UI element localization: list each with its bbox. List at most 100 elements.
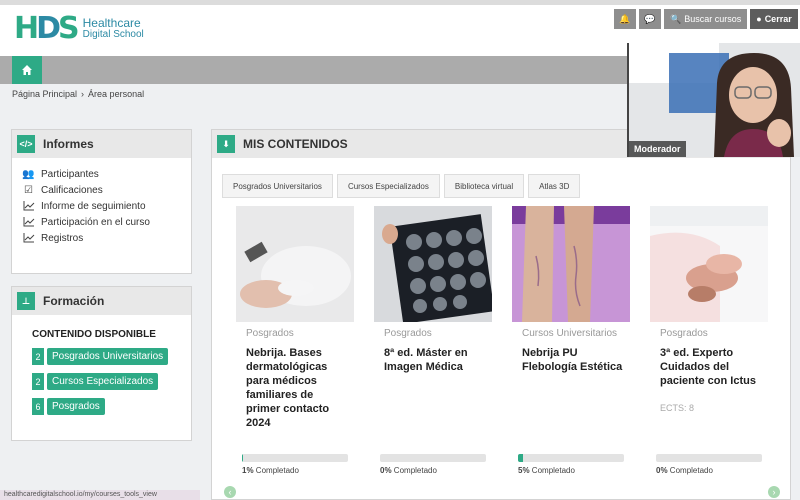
course-title[interactable]: Nebrija PU Flebología Estética (522, 346, 626, 374)
informes-item-registros[interactable]: Registros (22, 230, 191, 246)
user-icon: ● (756, 14, 762, 24)
breadcrumb: Página Principal › Área personal (12, 89, 144, 99)
informes-item-calificaciones[interactable]: ☑ Calificaciones (22, 182, 191, 198)
site-logo[interactable]: HDS Healthcare Digital School (14, 13, 144, 45)
content-tabs: Posgrados Universitarios Cursos Especial… (222, 174, 581, 198)
formacion-label: Posgrados Universitarios (47, 348, 169, 365)
progress-label: 5% Completado (518, 466, 575, 475)
informes-item-participantes[interactable]: 👥 Participantes (22, 166, 191, 182)
tab-posgrados-universitarios[interactable]: Posgrados Universitarios (222, 174, 333, 198)
informes-title: Informes (43, 137, 94, 151)
carousel-next-button[interactable]: › (768, 486, 780, 498)
informes-item-label: Registros (41, 232, 84, 244)
course-image (650, 206, 768, 322)
informes-item-label: Participantes (41, 168, 99, 180)
course-card[interactable]: Posgrados 8ª ed. Máster en Imagen Médica… (374, 206, 492, 478)
logo-text: Healthcare Digital School (82, 16, 144, 40)
course-card[interactable]: Posgrados Nebrija. Bases dermatológicas … (236, 206, 354, 478)
chevron-left-icon: ‹ (228, 487, 232, 497)
informes-header: </> Informes (12, 130, 191, 158)
chart-line-icon (22, 232, 35, 245)
mis-contenidos-panel: ⬇ MIS CONTENIDOS Posgrados Universitario… (211, 129, 791, 500)
logo-mark: HDS (14, 11, 80, 46)
course-title[interactable]: 3ª ed. Experto Cuidados del paciente con… (660, 346, 764, 388)
formacion-item-cursos-especializados[interactable]: 2 Cursos Especializados (32, 373, 191, 390)
search-label: Buscar cursos (684, 14, 742, 24)
logo-line-1: Healthcare (82, 16, 141, 30)
carousel-prev-button[interactable]: ‹ (224, 486, 236, 498)
bell-icon: 🔔 (619, 13, 631, 24)
download-icon: ⬇ (217, 135, 235, 153)
formacion-count: 2 (32, 373, 44, 390)
code-icon: </> (17, 135, 35, 153)
search-courses-button[interactable]: 🔍 Buscar cursos (664, 9, 748, 29)
course-image (236, 206, 354, 322)
formacion-panel: ⊥ Formación CONTENIDO DISPONIBLE 2 Posgr… (11, 286, 192, 441)
course-category: Posgrados (660, 328, 708, 339)
sitemap-icon: ⊥ (17, 292, 35, 310)
calendar-check-icon: ☑ (24, 184, 33, 196)
progress-fill (242, 454, 244, 462)
informes-panel: </> Informes 👥 Participantes ☑ Calificac… (11, 129, 192, 274)
progress-bar (380, 454, 486, 462)
contenido-disponible-title: CONTENIDO DISPONIBLE (32, 329, 156, 340)
tab-cursos-especializados[interactable]: Cursos Especializados (336, 174, 440, 198)
search-icon: 🔍 (670, 13, 682, 24)
progress-label: 0% Completado (656, 466, 713, 475)
chart-line-icon (22, 216, 35, 229)
formacion-label: Posgrados (47, 398, 105, 415)
tab-biblioteca-virtual[interactable]: Biblioteca virtual (443, 174, 525, 198)
course-card[interactable]: Posgrados 3ª ed. Experto Cuidados del pa… (650, 206, 768, 478)
mis-contenidos-title: MIS CONTENIDOS (243, 137, 348, 151)
course-cards: Posgrados Nebrija. Bases dermatológicas … (236, 206, 768, 478)
informes-item-participacion[interactable]: Participación en el curso (22, 214, 191, 230)
formacion-header: ⊥ Formación (12, 287, 191, 315)
informes-item-label: Informe de seguimiento (41, 200, 146, 212)
progress-label: 1% Completado (242, 466, 299, 475)
progress-bar (518, 454, 624, 462)
course-image (374, 206, 492, 322)
logout-button[interactable]: ● Cerrar (750, 9, 798, 29)
users-icon: 👥 (22, 168, 35, 180)
progress-fill (518, 454, 524, 462)
moderator-video: Moderador (627, 43, 800, 157)
progress-label: 0% Completado (380, 466, 437, 475)
formacion-item-posgrados-universitarios[interactable]: 2 Posgrados Universitarios (32, 348, 191, 365)
progress-bar (242, 454, 348, 462)
formacion-label: Cursos Especializados (47, 373, 159, 390)
logout-label: Cerrar (764, 14, 792, 24)
course-image (512, 206, 630, 322)
formacion-title: Formación (43, 294, 105, 308)
course-ects: ECTS: 8 (660, 403, 695, 413)
formacion-item-posgrados[interactable]: 6 Posgrados (32, 398, 191, 415)
informes-item-label: Participación en el curso (41, 216, 150, 228)
moderator-video-frame (629, 43, 800, 157)
home-icon (22, 65, 32, 75)
course-category: Posgrados (246, 328, 294, 339)
chart-line-icon (22, 200, 35, 213)
course-category: Posgrados (384, 328, 432, 339)
progress-bar (656, 454, 762, 462)
informes-list: 👥 Participantes ☑ Calificaciones Informe… (12, 158, 191, 246)
course-title[interactable]: Nebrija. Bases dermatológicas para médic… (246, 346, 350, 430)
top-actions: 🔔 💬 🔍 Buscar cursos ● Cerrar (614, 9, 798, 29)
logo-line-2: Digital School (82, 29, 144, 40)
messages-button[interactable]: 💬 (639, 9, 661, 29)
moderator-label: Moderador (629, 141, 686, 157)
status-url: healthcaredigitalschool.io/my/courses_to… (0, 490, 200, 500)
course-category: Cursos Universitarios (522, 328, 618, 339)
breadcrumb-separator: › (81, 89, 85, 99)
course-title[interactable]: 8ª ed. Máster en Imagen Médica (384, 346, 488, 374)
course-card[interactable]: Cursos Universitarios Nebrija PU Flebolo… (512, 206, 630, 478)
tab-atlas-3d[interactable]: Atlas 3D (528, 174, 581, 198)
formacion-count: 6 (32, 398, 44, 415)
chat-icon: 💬 (644, 13, 656, 24)
formacion-count: 2 (32, 348, 44, 365)
informes-item-label: Calificaciones (41, 184, 103, 196)
breadcrumb-home[interactable]: Página Principal (12, 89, 77, 99)
breadcrumb-current: Área personal (88, 89, 145, 99)
informes-item-seguimiento[interactable]: Informe de seguimiento (22, 198, 191, 214)
home-button[interactable] (12, 56, 42, 84)
notifications-button[interactable]: 🔔 (614, 9, 636, 29)
chevron-right-icon: › (772, 487, 776, 497)
